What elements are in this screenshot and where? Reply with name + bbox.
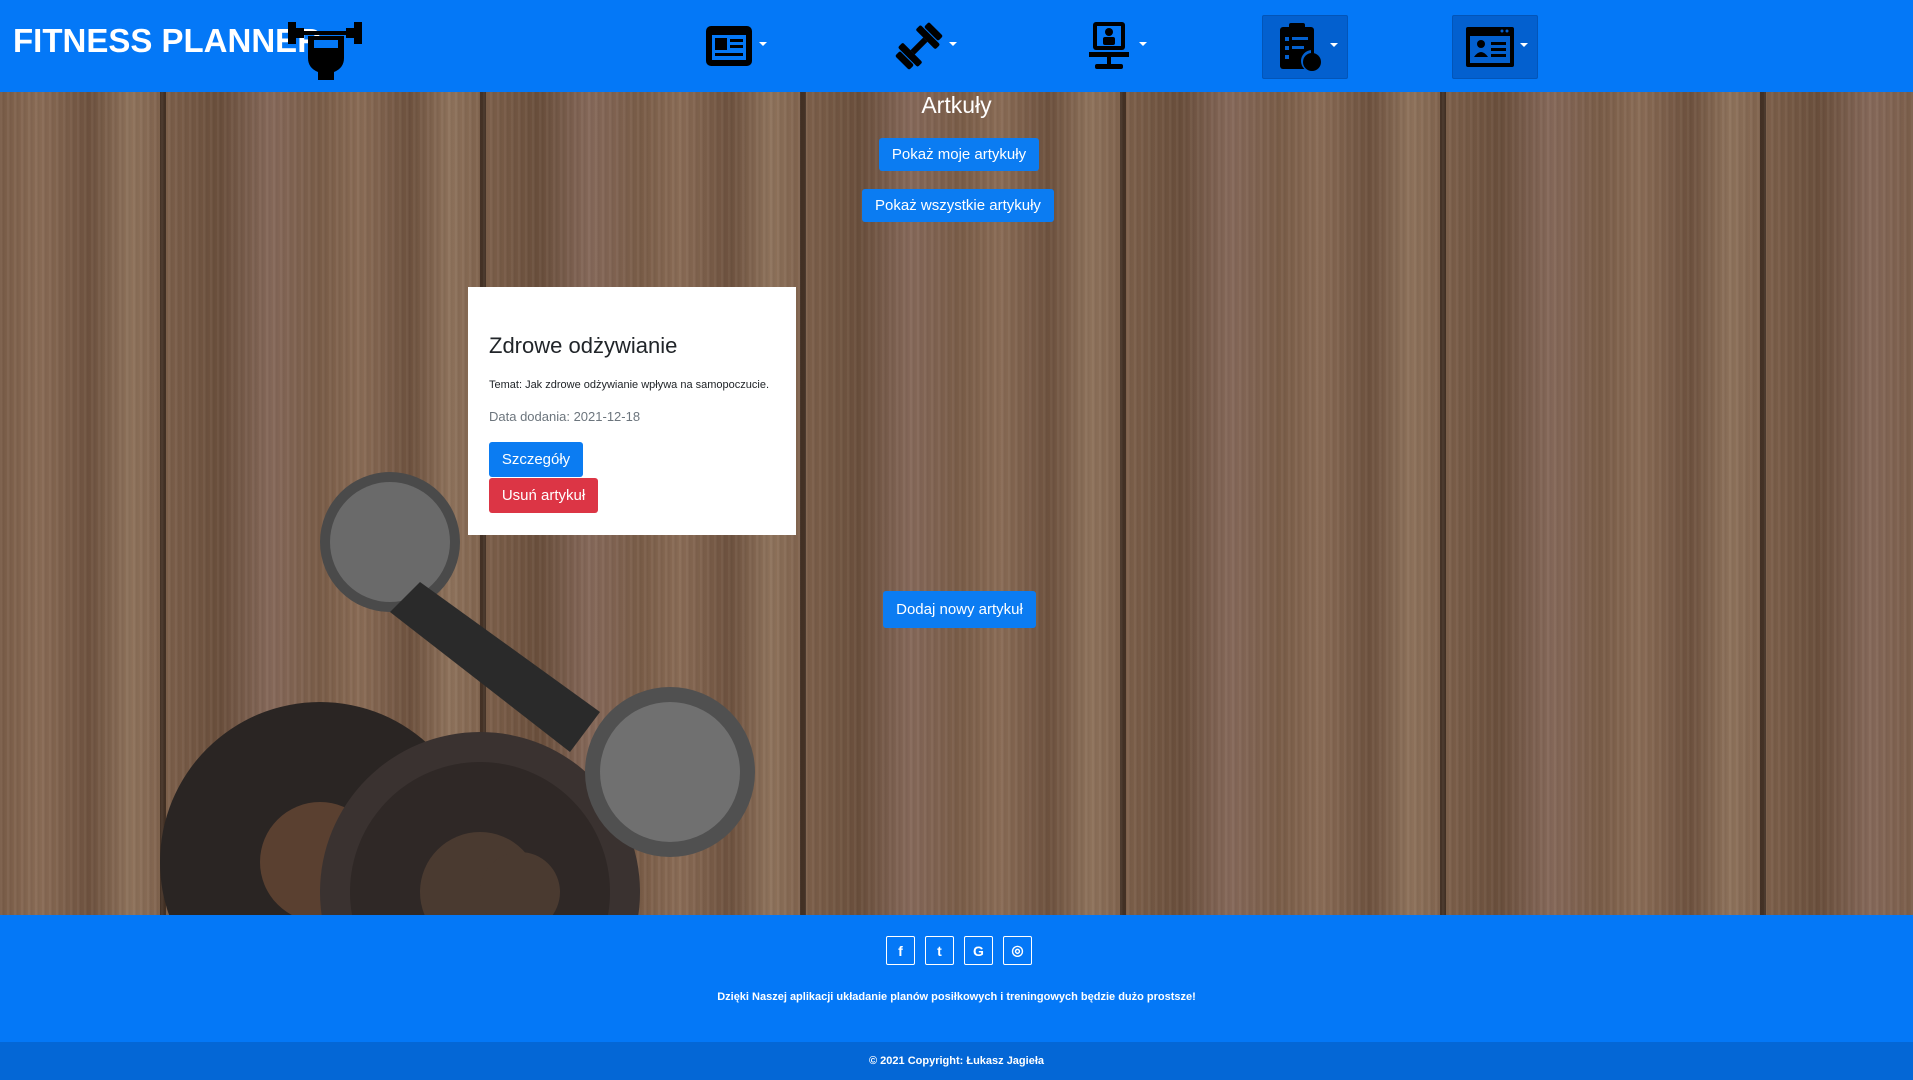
article-topic: Temat: Jak zdrowe odżywianie wpływa na s… xyxy=(489,379,770,391)
nav-diet-dropdown[interactable] xyxy=(1262,15,1348,79)
nav-training-dropdown[interactable] xyxy=(882,15,966,77)
chevron-down-icon xyxy=(759,42,767,46)
footer: f t G ◎ Dzięki Naszej aplikacji układani… xyxy=(0,915,1913,1042)
main-content: Artkuły Pokaż moje artykuły Pokaż wszyst… xyxy=(0,92,1913,915)
fist-dumbbell-logo-icon[interactable] xyxy=(288,10,370,80)
article-title: Zdrowe odżywianie xyxy=(489,333,678,358)
page-title: Artkuły xyxy=(921,92,992,118)
trainer-icon xyxy=(1089,22,1129,69)
nav-articles-dropdown[interactable] xyxy=(692,15,776,77)
chevron-down-icon xyxy=(1330,43,1338,47)
google-icon[interactable]: G xyxy=(964,936,993,965)
articles-icon xyxy=(706,26,752,66)
show-my-articles-button[interactable]: Pokaż moje artykuły xyxy=(879,138,1039,171)
brand-title[interactable]: FITNESS PLANNER xyxy=(13,22,321,60)
chevron-down-icon xyxy=(949,42,957,46)
delete-article-button[interactable]: Usuń artykuł xyxy=(489,478,598,513)
profile-card-icon xyxy=(1466,27,1514,67)
article-card: Zdrowe odżywianie Temat: Jak zdrowe odży… xyxy=(468,287,796,535)
footer-tagline: Dzięki Naszej aplikacji układanie planów… xyxy=(717,991,1196,1003)
facebook-icon[interactable]: f xyxy=(886,936,915,965)
instagram-icon[interactable]: ◎ xyxy=(1003,936,1032,965)
chevron-down-icon xyxy=(1139,42,1147,46)
add-new-article-button[interactable]: Dodaj nowy artykuł xyxy=(883,591,1036,628)
show-all-articles-button[interactable]: Pokaż wszystkie artykuły xyxy=(862,189,1054,222)
copyright-bar: © 2021 Copyright: Łukasz Jagieła xyxy=(0,1042,1913,1080)
navbar: FITNESS PLANNER xyxy=(0,0,1913,92)
nav-profile-dropdown[interactable] xyxy=(1452,15,1538,79)
article-details-button[interactable]: Szczegóły xyxy=(489,442,583,477)
diet-clipboard-icon xyxy=(1280,23,1323,72)
chevron-down-icon xyxy=(1520,43,1528,47)
dumbbell-icon xyxy=(895,22,943,70)
nav-trainer-dropdown[interactable] xyxy=(1072,15,1156,77)
article-date: Data dodania: 2021-12-18 xyxy=(489,409,641,424)
twitter-icon[interactable]: t xyxy=(925,936,954,965)
